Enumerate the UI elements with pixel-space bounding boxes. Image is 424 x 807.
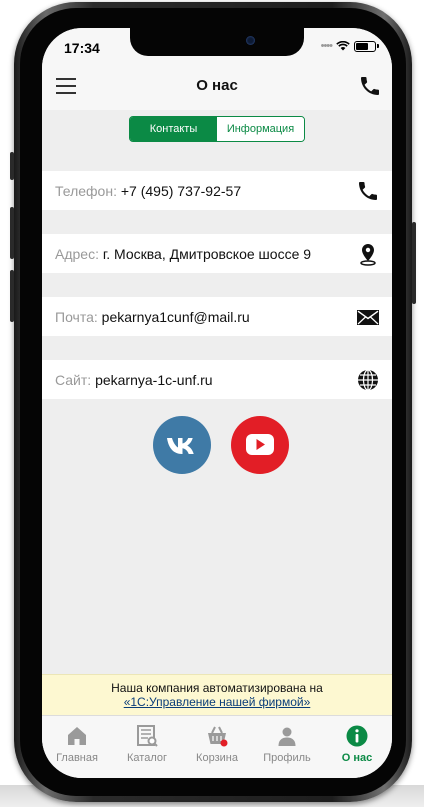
tab-bar: Главная Каталог Корзина Профиль О нас [42,715,392,778]
cart-icon [208,726,228,747]
website-label: Сайт: [55,371,92,388]
banner-link[interactable]: «1С:Управление нашей фирмой» [42,695,392,709]
contact-row-phone[interactable]: Телефон: +7 (495) 737-92-57 [42,171,392,210]
side-button [10,152,14,180]
notch [130,28,304,56]
tab-information[interactable]: Информация [217,117,304,141]
tab-profile[interactable]: Профиль [252,716,322,778]
wifi-icon [336,41,350,51]
battery-icon [354,40,379,52]
nav-bar: О нас [42,64,392,110]
tab-about-label: О нас [341,752,373,764]
app-screen: 17:34 •••• О нас Контакты Информация Тел… [42,28,392,778]
contact-row-website[interactable]: Сайт: pekarnya-1c-unf.ru [42,360,392,399]
tab-catalog-label: Каталог [127,752,167,764]
phone-icon[interactable] [358,74,382,98]
phone-value: +7 (495) 737-92-57 [120,182,242,199]
page-title: О нас [196,77,238,94]
catalog-icon [137,725,158,747]
segmented-control: Контакты Информация [129,116,305,142]
status-time: 17:34 [64,40,100,56]
phone-icon[interactable] [356,179,380,203]
tab-contacts[interactable]: Контакты [130,117,217,141]
home-icon [68,727,86,745]
tab-home-label: Главная [56,752,98,764]
tab-about[interactable]: О нас [322,716,392,778]
globe-icon[interactable] [356,368,380,392]
address-label: Адрес: [55,245,99,262]
signal-icon: •••• [320,40,333,52]
power-button [412,222,416,304]
volume-down-button [10,270,14,322]
location-pin-icon[interactable] [356,242,380,266]
status-icons: •••• [320,40,379,52]
contact-row-email[interactable]: Почта: pekarnya1cunf@mail.ru [42,297,392,336]
volume-up-button [10,207,14,259]
email-value: pekarnya1cunf@mail.ru [101,308,250,325]
tab-catalog[interactable]: Каталог [112,716,182,778]
email-label: Почта: [55,308,98,325]
promo-banner: Наша компания автоматизирована на «1С:Уп… [42,674,392,715]
youtube-icon[interactable] [231,416,289,474]
profile-icon [278,727,296,746]
tab-home[interactable]: Главная [42,716,112,778]
website-value: pekarnya-1c-unf.ru [95,371,213,388]
banner-text: Наша компания автоматизирована на [111,681,323,695]
address-value: г. Москва, Дмитровское шоссе 9 [102,245,312,262]
phone-label: Телефон: [55,182,117,199]
tab-cart[interactable]: Корзина [182,716,252,778]
tab-cart-label: Корзина [196,752,238,764]
tab-profile-label: Профиль [263,752,311,764]
info-icon [346,725,368,747]
camera-icon [246,36,255,45]
mail-icon[interactable] [356,305,380,329]
contact-row-address[interactable]: Адрес: г. Москва, Дмитровское шоссе 9 [42,234,392,273]
vk-icon[interactable] [153,416,211,474]
